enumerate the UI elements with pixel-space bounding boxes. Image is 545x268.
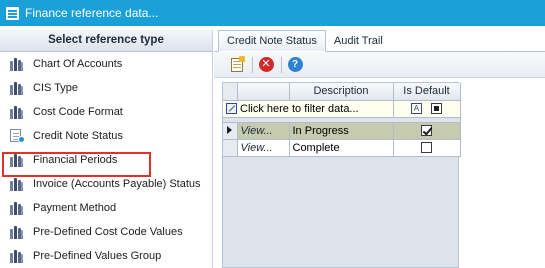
description-cell[interactable]: Complete [289,139,394,157]
detail-panel: Credit Note Status Audit Trail ✕ ? Descr… [214,30,545,268]
reference-type-panel: Select reference type Chart Of Accounts … [0,30,213,268]
reference-item-pre-defined-values-group[interactable]: Pre-Defined Values Group [0,244,212,268]
new-record-button[interactable] [228,55,246,74]
toolbar-separator [281,56,282,73]
filter-operator-icon[interactable]: A [410,103,422,115]
window-title: Finance reference data... [25,6,159,20]
tab-audit-trail[interactable]: Audit Trail [326,30,391,51]
books-icon [9,105,25,119]
filter-placeholder[interactable]: Click here to filter data... [240,103,359,115]
reference-type-list: Chart Of Accounts CIS Type Cost Code For… [0,52,212,268]
new-record-icon [231,55,245,72]
credit-note-icon [9,129,25,143]
table-row[interactable]: View... Complete [223,139,461,157]
books-icon [9,177,25,191]
table-row[interactable]: View... In Progress [223,122,461,140]
title-bar: Finance reference data... [0,0,545,26]
reference-item-credit-note-status[interactable]: Credit Note Status [0,124,212,148]
help-icon: ? [287,57,303,72]
books-icon [9,57,25,71]
books-icon [9,81,25,95]
reference-item-label: Payment Method [33,202,117,214]
is-default-checkbox[interactable] [421,142,432,154]
toolbar-separator [252,56,253,73]
reference-item-payment-method[interactable]: Payment Method [0,196,212,220]
reference-item-label: Invoice (Accounts Payable) Status [33,178,201,190]
tab-credit-note-status[interactable]: Credit Note Status [218,30,326,52]
app-icon [6,6,19,20]
reference-item-cost-code-format[interactable]: Cost Code Format [0,100,212,124]
header-view-cell [237,83,290,101]
is-default-cell[interactable] [393,122,461,140]
reference-item-pre-defined-cost-code-values[interactable]: Pre-Defined Cost Code Values [0,220,212,244]
books-icon [9,249,25,263]
books-icon [9,201,25,215]
view-link[interactable]: View... [237,122,290,140]
header-description[interactable]: Description [289,83,394,101]
reference-item-label: Chart Of Accounts [33,58,123,70]
filter-icon[interactable] [226,103,237,114]
reference-item-financial-periods[interactable]: Financial Periods [0,148,212,172]
grid-toolbar: ✕ ? [214,52,545,78]
view-link[interactable]: View... [237,139,290,157]
description-cell[interactable]: In Progress [289,122,394,140]
reference-item-label: Credit Note Status [33,130,123,142]
reference-item-invoice-status[interactable]: Invoice (Accounts Payable) Status [0,172,212,196]
is-default-cell[interactable] [393,139,461,157]
reference-item-label: Pre-Defined Values Group [33,250,162,262]
books-icon [9,225,25,239]
header-indicator-cell [223,83,238,101]
filter-is-default-cell[interactable]: A [393,100,461,118]
reference-item-label: Cost Code Format [33,106,123,118]
row-indicator[interactable] [223,139,238,157]
status-grid: Description Is Default Click here to fil… [222,82,461,268]
filter-checkbox[interactable] [431,103,443,115]
reference-item-chart-of-accounts[interactable]: Chart Of Accounts [0,52,212,76]
is-default-checkbox[interactable] [421,125,432,137]
reference-item-label: CIS Type [33,82,79,94]
reference-type-header: Select reference type [0,30,212,52]
help-button[interactable]: ? [286,56,304,74]
header-is-default[interactable]: Is Default [393,83,461,101]
reference-item-label: Pre-Defined Cost Code Values [33,226,183,238]
reference-item-label: Financial Periods [33,154,118,166]
delete-icon: ✕ [258,57,274,72]
row-indicator[interactable] [223,122,238,140]
filter-row[interactable]: Click here to filter data... A [223,100,461,118]
reference-item-cis-type[interactable]: CIS Type [0,76,212,100]
row-pointer-icon [227,125,233,134]
grid-header-row: Description Is Default [223,83,461,101]
books-icon [9,153,25,167]
filter-cell[interactable]: Click here to filter data... [223,100,394,118]
tab-strip: Credit Note Status Audit Trail [214,30,545,52]
delete-button[interactable]: ✕ [257,56,275,74]
